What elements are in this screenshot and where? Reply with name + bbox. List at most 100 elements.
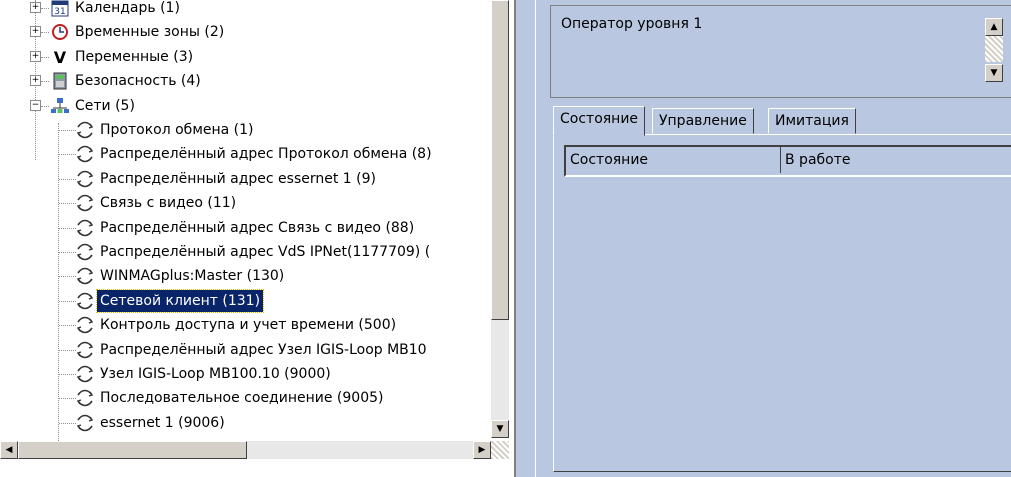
protocol-icon: [76, 121, 94, 139]
tree-item[interactable]: + Безопасность (4): [0, 70, 491, 92]
protocol-icon: [76, 414, 94, 432]
tab-simulation[interactable]: Имитация: [768, 108, 856, 134]
tree-item[interactable]: Связь с видео (11): [0, 192, 491, 214]
protocol-icon: [76, 194, 94, 212]
tree-branch-line: [41, 56, 49, 58]
scroll-down-arrow-icon[interactable]: ▼: [985, 64, 1003, 82]
tree-item[interactable]: WINMAGplus:Master (130): [0, 265, 491, 287]
tree-item[interactable]: +31 Календарь (1): [0, 0, 491, 19]
expand-icon[interactable]: +: [30, 50, 41, 62]
tree-item-label: Распределённый адрес Протокол обмена (8): [100, 146, 432, 163]
tree-item-label: WINMAGplus:Master (130): [100, 268, 285, 285]
state-name-cell: Состояние: [566, 147, 781, 173]
tree-item-selected[interactable]: Сетевой клиент (131): [0, 288, 491, 313]
protocol-icon: [76, 316, 94, 334]
tree-branch-line: [59, 300, 76, 302]
collapse-icon[interactable]: −: [30, 99, 41, 111]
tree-item[interactable]: − Сети (5): [0, 95, 491, 117]
protocol-icon: [76, 170, 94, 188]
svg-text:V: V: [54, 48, 67, 66]
tree-item-label: Распределённый адрес Связь с видео (88): [100, 219, 415, 236]
calendar-icon: 31: [51, 0, 69, 17]
scroll-right-arrow-icon[interactable]: ▶: [473, 441, 491, 459]
tree-vertical-scrollbar[interactable]: ▼: [491, 0, 509, 438]
pane-splitter[interactable]: [514, 0, 536, 477]
tree-branch-line: [59, 178, 76, 180]
scrollbar-thumb[interactable]: [18, 441, 247, 459]
state-value-cell: В работе: [785, 152, 851, 168]
protocol-icon: [76, 243, 94, 261]
operator-box: Оператор уровня 1 ▲ ▼: [550, 5, 1011, 98]
expand-icon[interactable]: +: [30, 75, 41, 87]
tree-item[interactable]: essernet 1 (9006): [0, 412, 491, 434]
tree-item[interactable]: Протокол обмена (1): [0, 119, 491, 141]
svg-text:31: 31: [54, 7, 65, 17]
tree-item-label: Временные зоны (2): [75, 24, 225, 41]
tree-branch-line: [59, 276, 76, 278]
tab-state[interactable]: Состояние: [553, 106, 646, 136]
tab-content: Состояние В работе: [553, 134, 1011, 472]
tree-item-label: essernet 1 (9006): [100, 414, 225, 431]
tree-branch-line: [59, 374, 76, 375]
tree-item[interactable]: + Временные зоны (2): [0, 21, 491, 43]
tree-item[interactable]: Контроль доступа и учет времени (500): [0, 314, 491, 336]
tree-branch-line: [59, 154, 76, 156]
tree-item-label: Сети (5): [75, 97, 135, 114]
state-grid: Состояние В работе: [564, 145, 1011, 177]
operator-name: Оператор уровня 1: [561, 16, 703, 32]
tree-item-label: Календарь (1): [75, 0, 180, 16]
protocol-icon: [76, 389, 94, 407]
tree-horizontal-scrollbar[interactable]: ◀ ▶: [0, 441, 509, 459]
protocol-icon: [76, 365, 94, 383]
scroll-left-arrow-icon[interactable]: ◀: [0, 441, 18, 459]
variable-icon: V: [51, 48, 69, 67]
tree-item-label: Переменные (3): [75, 48, 194, 65]
clock-icon: [51, 23, 69, 41]
scroll-up-arrow-icon[interactable]: ▲: [985, 18, 1003, 36]
tree-item-label: Связь с видео (11): [100, 195, 237, 212]
tree-item-label: Распределённый адрес Узел IGIS-Loop MB10: [100, 341, 427, 358]
properties-panel: Оператор уровня 1 ▲ ▼ Состояние Управлен…: [536, 0, 1011, 477]
tree-branch-line: [41, 105, 49, 107]
tree-item-label: Узел IGIS-Loop MB100.10 (9000): [100, 366, 331, 382]
scrollbar-thumb[interactable]: [491, 0, 509, 320]
tree-branch-line: [41, 81, 49, 83]
tree-item-label: Сетевой клиент (131): [95, 288, 265, 313]
tree-item[interactable]: Распределённый адрес Узел IGIS-Loop MB10: [0, 339, 491, 361]
tree-item[interactable]: Последовательное соединение (9005): [0, 387, 491, 409]
protocol-icon: [76, 145, 94, 163]
tree-item[interactable]: Узел IGIS-Loop MB100.10 (9000): [0, 363, 491, 385]
expand-icon[interactable]: +: [30, 26, 41, 38]
tree-branch-line: [59, 227, 76, 229]
tree-branch-line: [59, 130, 76, 131]
network-icon: [51, 97, 69, 115]
tree-branch-line: [41, 8, 49, 9]
tree-item-label: Протокол обмена (1): [100, 122, 254, 138]
expand-icon[interactable]: +: [30, 2, 41, 13]
tree-branch-line: [59, 349, 76, 351]
tab-control[interactable]: Управление: [652, 108, 754, 134]
tree-item-label: Безопасность (4): [75, 73, 201, 90]
tree-branch-line: [41, 32, 49, 34]
tree-item[interactable]: Распределённый адрес Связь с видео (88): [0, 217, 491, 239]
protocol-icon: [76, 292, 94, 310]
protocol-icon: [76, 219, 94, 237]
operator-scroll-track[interactable]: [985, 36, 1003, 62]
scroll-down-arrow-icon[interactable]: ▼: [491, 420, 509, 438]
scrollbar-corner: [491, 441, 509, 459]
tree-item-label: Распределённый адрес essernet 1 (9): [100, 170, 376, 187]
tree-branch-line: [59, 422, 76, 424]
tree-item-label: Распределённый адрес VdS IPNet(1177709) …: [100, 244, 431, 260]
tree-branch-line: [59, 398, 76, 400]
tree-item[interactable]: + V Переменные (3): [0, 46, 491, 68]
object-tree[interactable]: +31 Календарь (1) + Временные зоны (2) + V Пер…: [0, 0, 514, 477]
tree-item[interactable]: Распределённый адрес essernet 1 (9): [0, 168, 491, 190]
tree-branch-line: [59, 252, 76, 253]
security-icon: [51, 72, 69, 90]
tree-item-label: Контроль доступа и учет времени (500): [100, 317, 397, 334]
tree-item-label: Последовательное соединение (9005): [100, 390, 384, 407]
tree-item[interactable]: Распределённый адрес Протокол обмена (8): [0, 143, 491, 165]
protocol-icon: [76, 341, 94, 359]
tree-branch-line: [59, 203, 76, 205]
tree-item[interactable]: Распределённый адрес VdS IPNet(1177709) …: [0, 241, 491, 263]
